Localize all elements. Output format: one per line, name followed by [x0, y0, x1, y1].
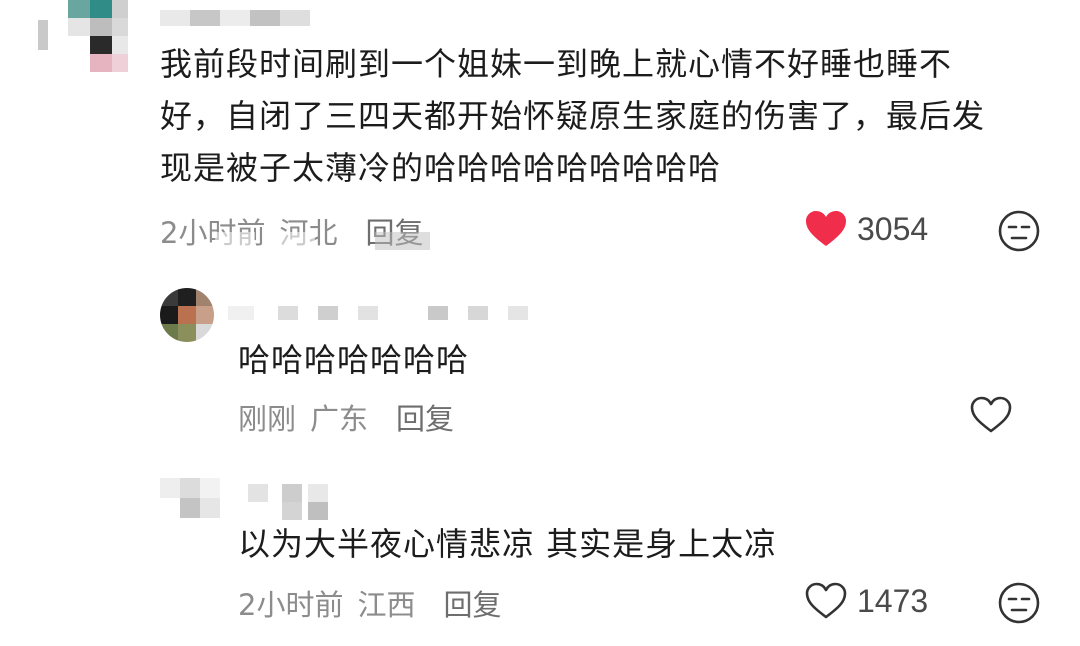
- like-button[interactable]: 3054: [805, 210, 928, 248]
- comment-line: 我前段时间刷到一个姐妹一到晚上就心情不好睡也睡不: [160, 45, 953, 83]
- comment-line: 哈哈哈哈哈哈哈: [238, 341, 470, 379]
- timestamp: 刚刚: [238, 402, 297, 436]
- comment-text: 以为大半夜心情悲凉 其实是身上太凉: [238, 518, 777, 570]
- unamused-face-icon[interactable]: [998, 210, 1040, 252]
- avatar[interactable]: [160, 288, 214, 342]
- reply-button[interactable]: 回复: [443, 582, 501, 624]
- like-button[interactable]: [970, 396, 1022, 434]
- location: 广东: [310, 402, 369, 436]
- like-count: 1473: [857, 582, 929, 619]
- redaction-mosaic: [215, 232, 445, 252]
- location: 江西: [357, 588, 416, 622]
- username-redacted[interactable]: [228, 302, 528, 324]
- heart-outline-icon: [970, 396, 1012, 433]
- heart-filled-icon: [806, 211, 846, 246]
- avatar[interactable]: [160, 478, 220, 528]
- unamused-face-icon[interactable]: [998, 582, 1040, 624]
- comment-text: 哈哈哈哈哈哈哈: [238, 334, 469, 386]
- reply-button[interactable]: 回复: [396, 396, 454, 438]
- comment-meta: 2小时前 江西 回复: [238, 582, 501, 624]
- like-button[interactable]: 1473: [805, 582, 928, 620]
- avatar[interactable]: [38, 0, 128, 80]
- heart-outline-icon: [805, 582, 847, 619]
- timestamp: 2小时前: [238, 588, 344, 622]
- comment-text: 我前段时间刷到一个姐妹一到晚上就心情不好睡也睡不 好，自闭了三四天都开始怀疑原生…: [160, 38, 1040, 194]
- username-redacted[interactable]: [160, 4, 310, 28]
- comment-line: 以为大半夜心情悲凉 其实是身上太凉: [238, 525, 778, 563]
- comment-meta: 刚刚 广东 回复: [238, 396, 454, 438]
- comment-line: 好，自闭了三四天都开始怀疑原生家庭的伤害了，最后发: [160, 97, 986, 135]
- like-count: 3054: [857, 210, 929, 247]
- comment-line: 现是被子太薄冷的哈哈哈哈哈哈哈哈哈: [160, 149, 722, 187]
